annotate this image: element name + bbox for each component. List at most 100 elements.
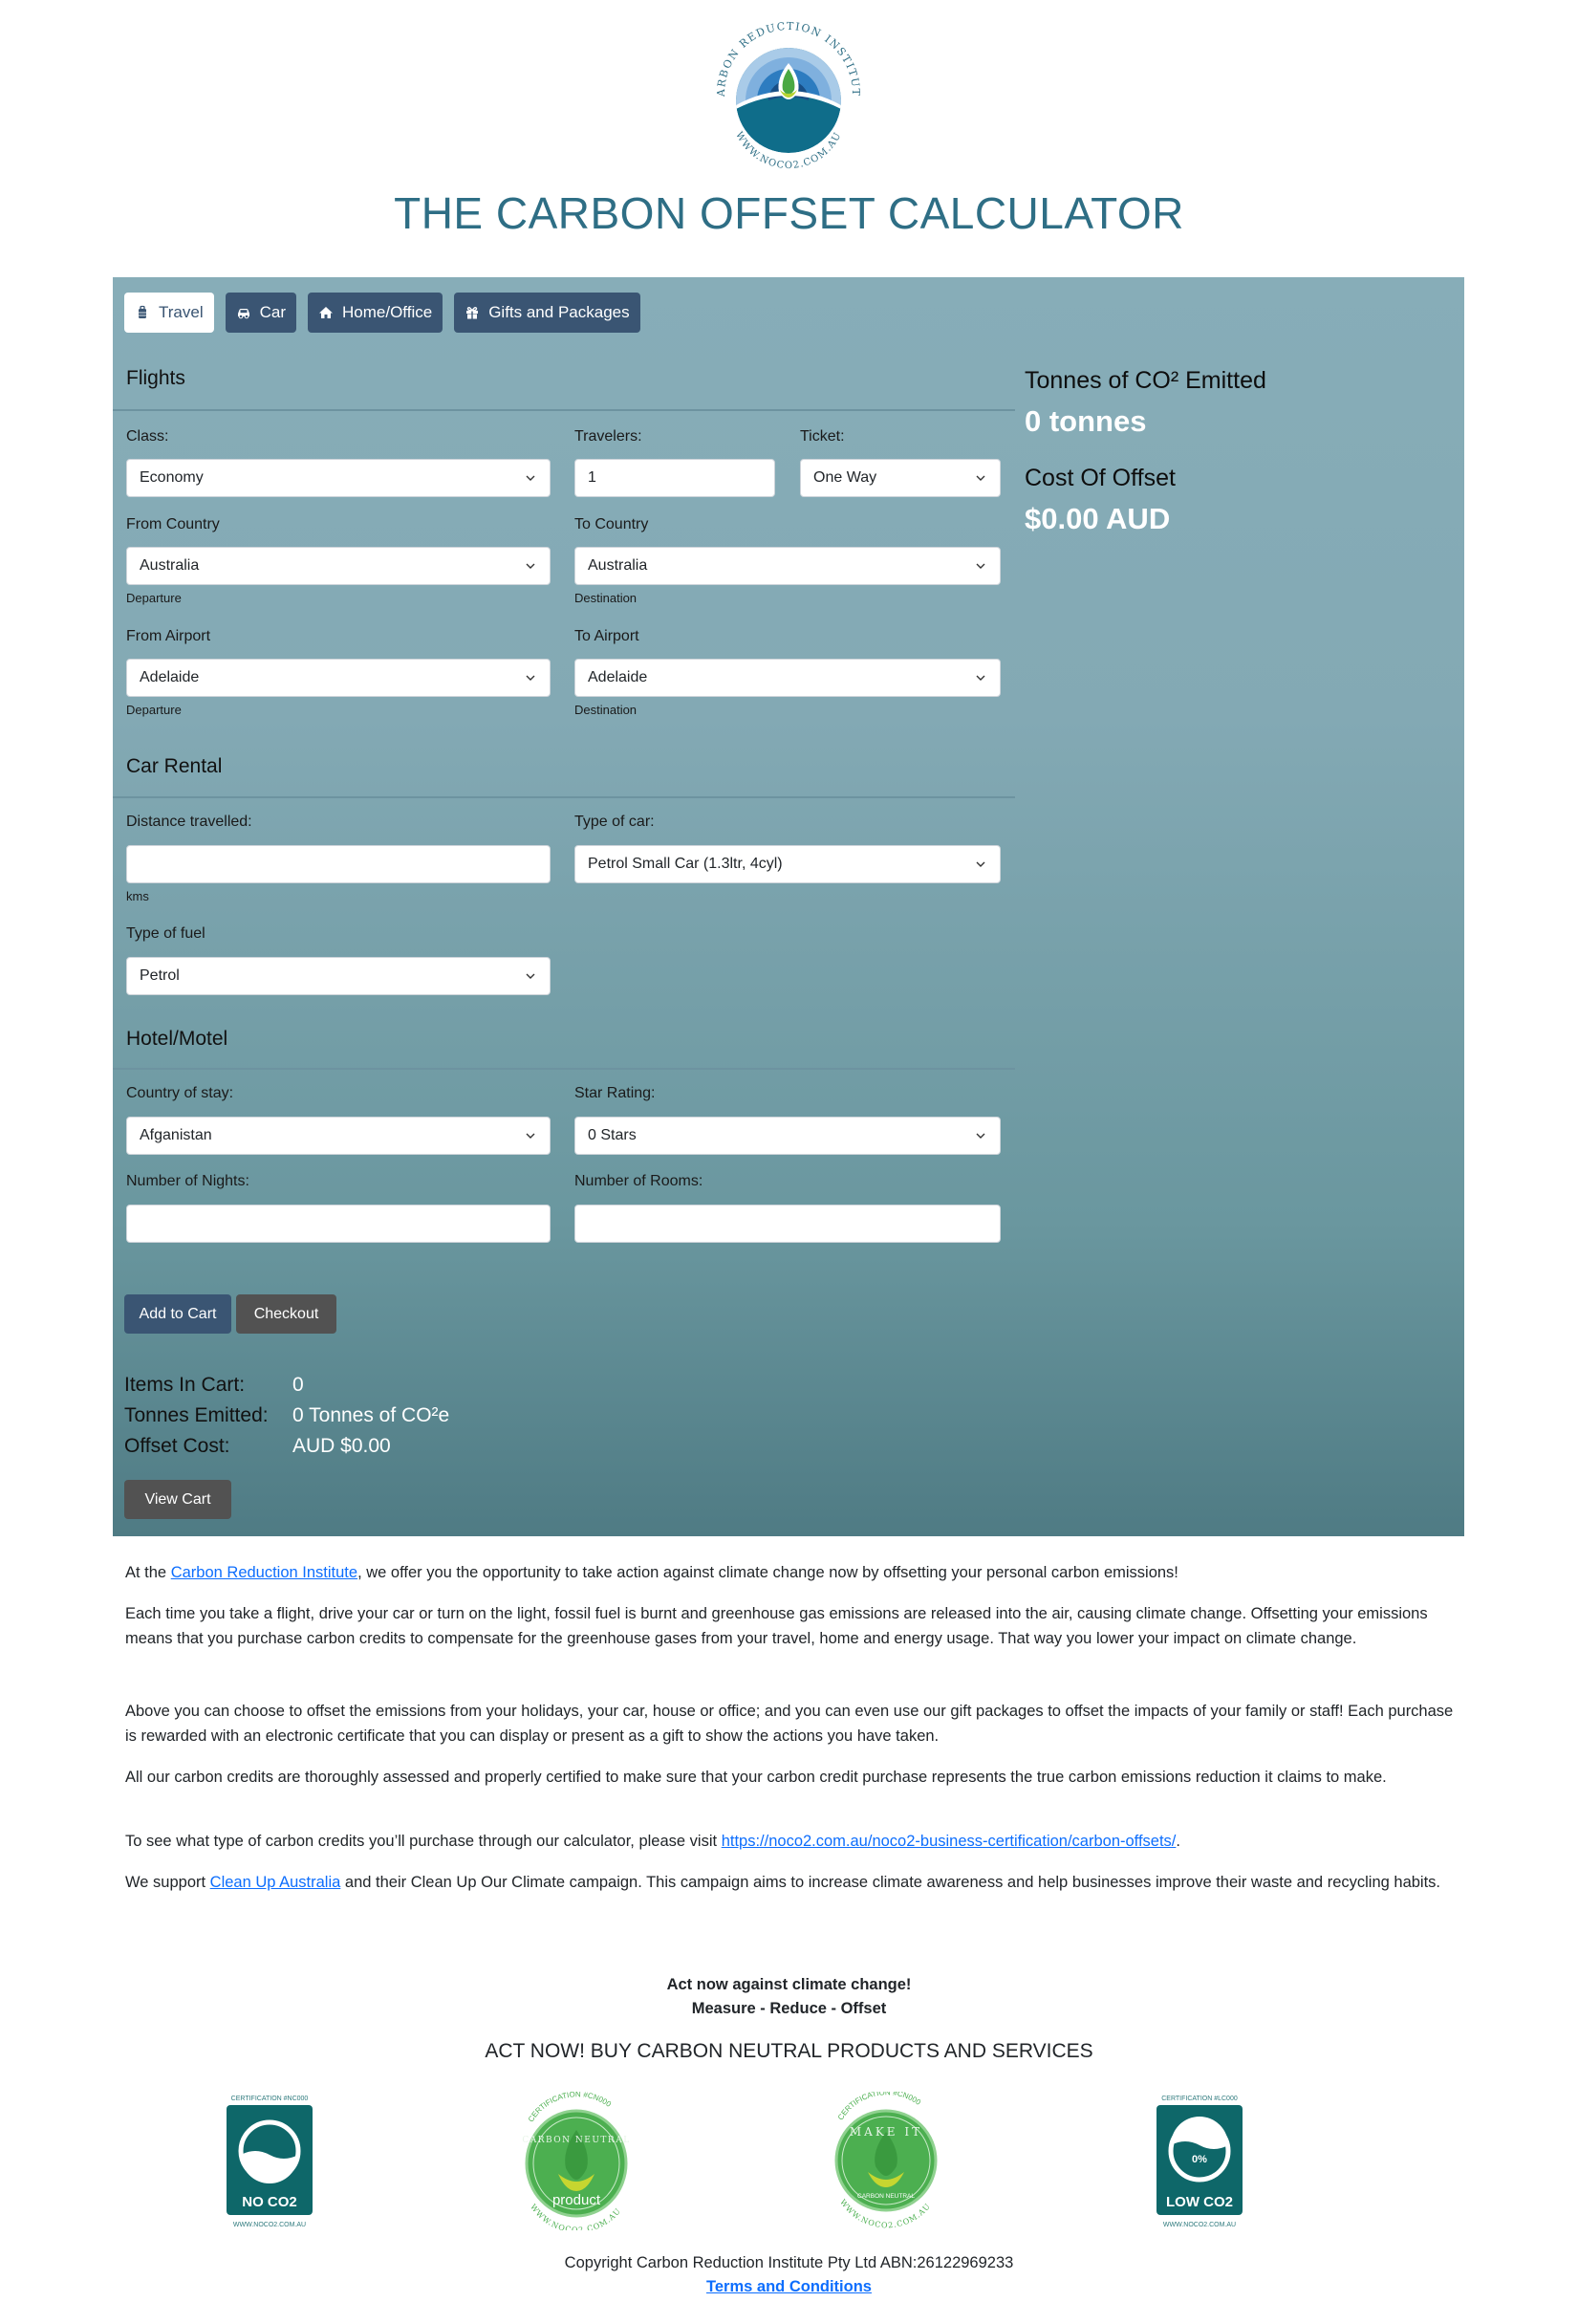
from-country-value: Australia [140, 557, 200, 574]
cost-of-offset-label: Cost Of Offset [1025, 465, 1176, 491]
chevron-down-icon [976, 675, 985, 681]
rooms-label: Number of Rooms: [574, 1173, 703, 1189]
ticket-label: Ticket: [800, 428, 845, 445]
badge-make-it-name: CARBON NEUTRAL [857, 2193, 915, 2200]
p5-text-start: To see what type of carbon credits you’l… [125, 1833, 722, 1850]
cart-cost-value: AUD $0.00 [292, 1435, 391, 1457]
p1-text-end: , we offer you the opportunity to take a… [357, 1564, 1178, 1581]
cta-heading: ACT NOW! BUY CARBON NEUTRAL PRODUCTS AND… [485, 2040, 1093, 2062]
badge-no-co2[interactable]: CERTIFICATION #NC000 NO CO2 WWW.NOCO2.CO… [224, 2092, 315, 2230]
car-type-select[interactable]: Petrol Small Car (1.3ltr, 4cyl) [574, 845, 1001, 883]
cart-items-label: Items In Cart: [124, 1374, 246, 1396]
to-country-select[interactable]: Australia [574, 547, 1001, 585]
star-rating-select[interactable]: 0 Stars [574, 1117, 1001, 1155]
from-country-select[interactable]: Australia [126, 547, 551, 585]
class-select[interactable]: Economy [126, 459, 551, 497]
badge-cn-product-ring: CARBON NEUTRAL [522, 2136, 630, 2145]
hotel-heading: Hotel/Motel [126, 1028, 228, 1050]
to-airport-hint: Destination [574, 703, 638, 717]
ticket-select-value: One Way [813, 469, 877, 486]
intro-paragraph-6: We support Clean Up Australia and their … [125, 1870, 1454, 1895]
tonnes-emitted-value: 0 tonnes [1025, 404, 1147, 438]
car-type-value: Petrol Small Car (1.3ltr, 4cyl) [588, 856, 783, 872]
to-airport-select[interactable]: Adelaide [574, 659, 1001, 697]
cart-tonnes-value: 0 Tonnes of CO²e [292, 1404, 450, 1426]
p6-text-end: and their Clean Up Our Climate campaign.… [340, 1874, 1441, 1891]
from-airport-value: Adelaide [140, 669, 200, 685]
class-label: Class: [126, 428, 169, 445]
cart-tonnes-row: Tonnes Emitted: 0 Tonnes of CO²e [124, 1404, 449, 1427]
badge-cn-product-name: product [552, 2192, 601, 2208]
fuel-type-select[interactable]: Petrol [126, 957, 551, 995]
to-country-value: Australia [588, 557, 648, 574]
star-rating-label: Star Rating: [574, 1085, 656, 1101]
ticket-select[interactable]: One Way [800, 459, 1001, 497]
badge-low-co2-cert: CERTIFICATION #LC000 [1161, 2096, 1238, 2102]
chevron-down-icon [976, 1133, 985, 1139]
chevron-down-icon [526, 563, 535, 569]
home-icon [319, 307, 334, 318]
chevron-down-icon [976, 861, 985, 867]
copyright-text: Copyright Carbon Reduction Institute Pty… [564, 2254, 1014, 2271]
fuel-type-value: Petrol [140, 967, 180, 984]
checkout-button[interactable]: Checkout [236, 1294, 336, 1334]
page-title: THE CARBON OFFSET CALCULATOR [394, 188, 1184, 238]
tab-travel-label: Travel [159, 303, 204, 321]
tab-home-office-label: Home/Office [342, 303, 433, 321]
nights-label: Number of Nights: [126, 1173, 249, 1189]
cart-cost-label: Offset Cost: [124, 1435, 230, 1457]
terms-and-conditions-link[interactable]: Terms and Conditions [706, 2278, 872, 2295]
cart-tonnes-label: Tonnes Emitted: [124, 1404, 269, 1426]
carbon-reduction-institute-link[interactable]: Carbon Reduction Institute [171, 1564, 357, 1581]
p6-text-start: We support [125, 1874, 210, 1891]
view-cart-button[interactable]: View Cart [124, 1480, 231, 1519]
chevron-down-icon [526, 675, 535, 681]
tonnes-emitted-label: Tonnes of CO² Emitted [1025, 367, 1266, 394]
class-select-value: Economy [140, 469, 204, 486]
to-airport-label: To Airport [574, 628, 639, 644]
fuel-type-label: Type of fuel [126, 925, 205, 942]
cart-items-value: 0 [292, 1374, 304, 1396]
country-of-stay-value: Afganistan [140, 1127, 212, 1143]
badge-carbon-neutral-product[interactable]: CERTIFICATION #CN000 CARBON NEUTRAL prod… [516, 2090, 637, 2234]
badge-no-co2-name: NO CO2 [242, 2194, 297, 2210]
from-country-label: From Country [126, 516, 220, 532]
carbon-reduction-institute-logo[interactable]: CARBON REDUCTION INSTITUTE WWW.NOCO2.COM… [693, 0, 879, 182]
intro-paragraph-3: Above you can choose to offset the emiss… [125, 1703, 1454, 1745]
suitcase-icon [139, 305, 146, 318]
travelers-label: Travelers: [574, 428, 642, 445]
tab-home-office[interactable]: Home/Office [308, 293, 443, 333]
badge-make-it-carbon-neutral[interactable]: CERTIFICATION #CN000 MAKE IT CARBON NEUT… [826, 2088, 946, 2230]
travelers-input[interactable]: 1 [574, 459, 775, 497]
nights-input[interactable] [126, 1205, 551, 1243]
terms-row: Terms and Conditions [0, 2278, 1578, 2296]
cart-items-row: Items In Cart: 0 [124, 1374, 304, 1397]
country-of-stay-select[interactable]: Afganistan [126, 1117, 551, 1155]
car-rental-heading: Car Rental [126, 755, 223, 777]
clean-up-australia-link[interactable]: Clean Up Australia [210, 1874, 341, 1891]
distance-input[interactable] [126, 845, 551, 883]
distance-label: Distance travelled: [126, 814, 252, 830]
to-country-hint: Destination [574, 591, 638, 605]
to-airport-value: Adelaide [588, 669, 648, 685]
tab-travel[interactable]: Travel [124, 293, 214, 333]
car-rental-divider [113, 796, 1015, 798]
badge-low-co2[interactable]: CERTIFICATION #LC000 0% LOW CO2 WWW.NOCO… [1154, 2092, 1245, 2230]
from-airport-hint: Departure [126, 703, 182, 717]
badge-no-co2-cert: CERTIFICATION #NC000 [231, 2096, 309, 2102]
calculator-tabs: Travel Car Home/Office Gifts and Package… [124, 293, 640, 333]
tab-gifts-packages[interactable]: Gifts and Packages [454, 293, 640, 333]
rooms-input[interactable] [574, 1205, 1001, 1243]
cart-cost-row: Offset Cost: AUD $0.00 [124, 1435, 391, 1458]
cta-line-2: Measure - Reduce - Offset [691, 2000, 887, 2017]
tab-car-label: Car [259, 303, 287, 321]
add-to-cart-button[interactable]: Add to Cart [124, 1294, 231, 1334]
carbon-offsets-link[interactable]: https://noco2.com.au/noco2-business-cert… [722, 1833, 1177, 1850]
intro-paragraph-4: All our carbon credits are thoroughly as… [125, 1769, 1387, 1786]
intro-paragraph-2: Each time you take a flight, drive your … [125, 1605, 1428, 1647]
tab-car[interactable]: Car [225, 293, 297, 333]
from-airport-select[interactable]: Adelaide [126, 659, 551, 697]
chevron-down-icon [526, 973, 535, 979]
flights-divider [113, 409, 1015, 411]
badge-make-it-ring: MAKE IT [850, 2125, 922, 2139]
